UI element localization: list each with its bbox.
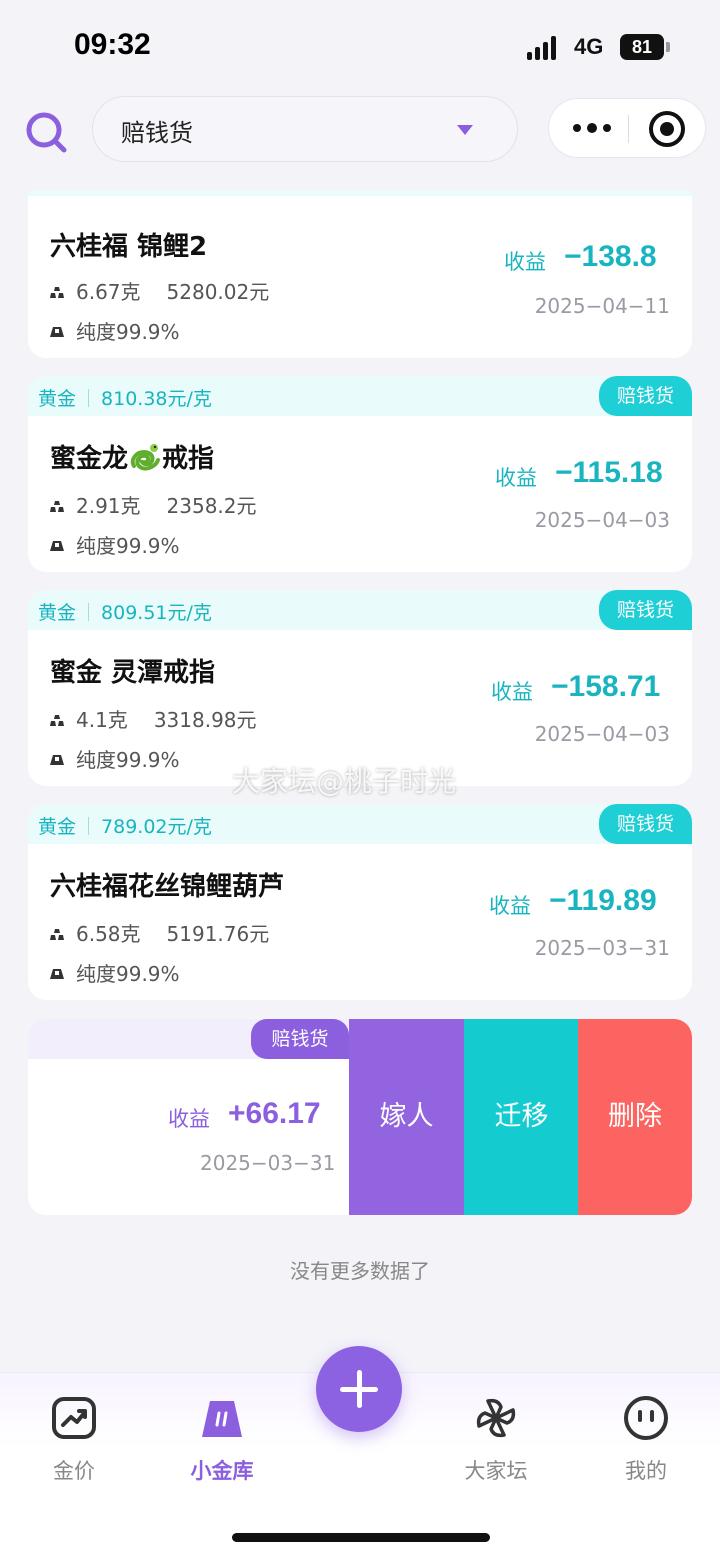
weight-price-row: 2.91克 2358.2元: [50, 490, 257, 519]
pinwheel-icon: [472, 1395, 520, 1441]
no-more-data-text: 没有更多数据了: [290, 1259, 430, 1283]
network-type: 4G: [574, 34, 604, 59]
gold-bars-icon: [50, 921, 64, 940]
card-title: 蜜金龙 戒指: [50, 442, 215, 474]
income-label: 收益: [504, 250, 546, 274]
chevron-down-icon: [457, 125, 473, 135]
category-select-label: 赔钱货: [121, 119, 193, 147]
tab-label: 大家坛: [464, 1459, 528, 1483]
card-date: 2025−03−31: [200, 1151, 336, 1175]
gold-bars-icon: [50, 279, 64, 298]
income-label: 收益: [168, 1107, 210, 1131]
chart-trend-icon: [50, 1395, 98, 1441]
weight-price-row: 6.58克 5191.76元: [50, 918, 269, 947]
purity-row: 纯度99.9%: [50, 744, 180, 773]
asset-card[interactable]: 黄金 789.02元/克 赔钱货 六桂福花丝锦鲤葫芦 6.58克 5191.76元 …: [28, 804, 692, 1000]
migrate-button[interactable]: 迁移: [464, 1019, 579, 1215]
purity-row: 纯度99.9%: [50, 530, 180, 559]
category-tag: 赔钱货: [598, 376, 692, 416]
category-select[interactable]: 赔钱货: [92, 96, 518, 162]
card-date: 2025−04−03: [534, 508, 670, 532]
gold-bar-icon: [198, 1395, 246, 1441]
purity-row: 纯度99.9%: [50, 316, 180, 345]
card-header: 黄金 809.51元/克: [28, 590, 692, 630]
card-header: [28, 190, 692, 196]
status-time: 09:32: [74, 28, 151, 61]
add-button[interactable]: [316, 1346, 402, 1432]
status-bar: 09:32 4G 81: [0, 0, 720, 96]
gold-bars-icon: [50, 707, 64, 726]
battery-tip: [666, 42, 670, 52]
income-value: +66.17: [228, 1097, 321, 1130]
gold-ingot-icon: [50, 961, 64, 979]
more-icon[interactable]: [563, 99, 627, 159]
tab-vault[interactable]: 小金库: [172, 1395, 272, 1485]
gold-ingot-icon: [50, 533, 64, 551]
tab-label: 小金库: [190, 1459, 254, 1483]
gold-price-text: 黄金 810.38元/克: [38, 388, 212, 410]
purity-row: 纯度99.9%: [50, 958, 180, 987]
income-value: −119.89: [549, 884, 657, 917]
home-indicator: [232, 1533, 490, 1542]
tab-gold-price[interactable]: 金价: [24, 1395, 124, 1485]
asset-card[interactable]: 六桂福 锦鲤2 6.67克 5280.02元 纯度99.9% 收益 −138.8 …: [28, 190, 692, 358]
watermark: 大家坛@桃子时光: [232, 765, 457, 798]
income-label: 收益: [495, 466, 537, 490]
card-date: 2025−04−11: [534, 294, 670, 318]
tab-label: 金价: [53, 1459, 95, 1483]
tab-label: 我的: [625, 1459, 667, 1483]
gold-price-text: 黄金 809.51元/克: [38, 602, 212, 624]
weight-price-row: 4.1克 3318.98元: [50, 704, 257, 733]
search-icon[interactable]: [24, 110, 68, 154]
battery-icon: 81: [620, 34, 664, 60]
card-date: 2025−03−31: [534, 936, 670, 960]
top-bar: 赔钱货: [0, 96, 720, 166]
miniprogram-capsule: [548, 98, 706, 158]
gold-price-text: 黄金 789.02元/克: [38, 816, 212, 838]
gold-ingot-icon: [50, 319, 64, 337]
category-tag: 赔钱货: [598, 590, 692, 630]
asset-card[interactable]: 黄金 809.51元/克 赔钱货 蜜金 灵潭戒指 4.1克 3318.98元 纯度9…: [28, 590, 692, 786]
close-miniprogram-icon[interactable]: [649, 111, 685, 147]
dragon-emoji-icon: [128, 442, 162, 472]
face-icon: [622, 1395, 670, 1441]
card-header: 黄金 789.02元/克: [28, 804, 692, 844]
asset-card[interactable]: 黄金 810.38元/克 赔钱货 蜜金龙 戒指 2.91克 2358.2元 纯度99.…: [28, 376, 692, 572]
marry-button[interactable]: 嫁人: [349, 1019, 464, 1215]
gold-bars-icon: [50, 493, 64, 512]
card-title: 六桂福花丝锦鲤葫芦: [50, 872, 285, 902]
signal-icon: [527, 36, 563, 60]
delete-button[interactable]: 删除: [578, 1019, 692, 1215]
card-title: 六桂福 锦鲤2: [50, 232, 208, 262]
category-tag: 赔钱货: [251, 1019, 349, 1059]
swiped-asset-card[interactable]: 赔钱货 收益 +66.17 2025−03−31 嫁人 迁移 删除: [28, 1019, 692, 1215]
tab-mine[interactable]: 我的: [596, 1395, 696, 1485]
income-label: 收益: [489, 894, 531, 918]
weight-price-row: 6.67克 5280.02元: [50, 276, 269, 305]
capsule-divider: [628, 115, 629, 143]
income-value: −158.71: [551, 670, 661, 703]
card-title: 蜜金 灵潭戒指: [50, 658, 216, 688]
card-header: 黄金 810.38元/克: [28, 376, 692, 416]
tab-forum[interactable]: 大家坛: [446, 1395, 546, 1485]
card-date: 2025−04−03: [534, 722, 670, 746]
income-value: −115.18: [555, 456, 663, 489]
category-tag: 赔钱货: [598, 804, 692, 844]
income-label: 收益: [491, 680, 533, 704]
gold-ingot-icon: [50, 747, 64, 765]
income-value: −138.8: [564, 240, 657, 273]
